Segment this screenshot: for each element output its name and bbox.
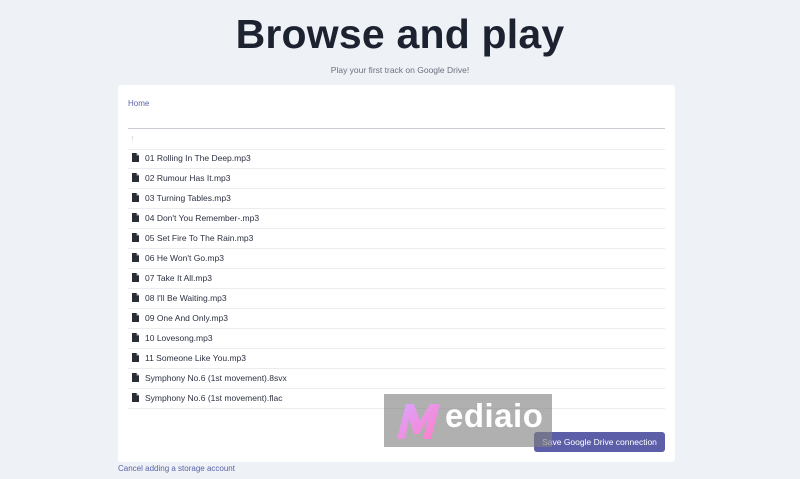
file-name: 01 Rolling In The Deep.mp3 [145, 153, 251, 163]
file-name: 09 One And Only.mp3 [145, 313, 229, 323]
cancel-storage-link[interactable]: Cancel adding a storage account [118, 464, 235, 473]
file-name: Symphony No.6 (1st movement).8svx [145, 373, 287, 383]
file-icon [132, 273, 139, 282]
file-list: 01 Rolling In The Deep.mp3 02 Rumour Has … [128, 149, 665, 409]
save-connection-button[interactable]: Save Google Drive connection [534, 432, 665, 452]
file-row[interactable]: 04 Don't You Remember-.mp3 [128, 209, 665, 229]
file-icon [132, 333, 139, 342]
file-icon [132, 173, 139, 182]
parent-directory-row[interactable]: ↑ [128, 130, 665, 150]
file-name: 08 I'll Be Waiting.mp3 [145, 293, 227, 303]
watermark: ediaio [384, 394, 552, 447]
file-row[interactable]: Symphony No.6 (1st movement).8svx [128, 369, 665, 389]
file-name: 10 Lovesong.mp3 [145, 333, 213, 343]
page-subtitle: Play your first track on Google Drive! [330, 65, 470, 75]
file-icon [132, 313, 139, 322]
file-row[interactable]: 10 Lovesong.mp3 [128, 329, 665, 349]
file-name: 02 Rumour Has It.mp3 [145, 173, 231, 183]
file-icon [132, 293, 139, 302]
watermark-text: ediaio [445, 397, 544, 434]
file-icon [132, 233, 139, 242]
file-icon [132, 153, 139, 162]
file-name: 05 Set Fire To The Rain.mp3 [145, 233, 254, 243]
file-row[interactable]: 02 Rumour Has It.mp3 [128, 169, 665, 189]
file-row[interactable]: 06 He Won't Go.mp3 [128, 249, 665, 269]
file-name: 06 He Won't Go.mp3 [145, 253, 224, 263]
file-row[interactable]: 03 Turning Tables.mp3 [128, 189, 665, 209]
list-header-divider [128, 128, 665, 129]
file-row[interactable]: 11 Someone Like You.mp3 [128, 349, 665, 369]
file-name: 03 Turning Tables.mp3 [145, 193, 231, 203]
file-name: Symphony No.6 (1st movement).flac [145, 393, 283, 403]
file-icon [132, 373, 139, 382]
file-row[interactable]: 01 Rolling In The Deep.mp3 [128, 149, 665, 169]
watermark-logo-icon [397, 404, 440, 439]
file-name: 04 Don't You Remember-.mp3 [145, 213, 260, 223]
file-icon [132, 253, 139, 262]
file-name: 07 Take It All.mp3 [145, 273, 212, 283]
breadcrumb-home[interactable]: Home [128, 99, 149, 108]
file-name: 11 Someone Like You.mp3 [145, 353, 246, 363]
file-icon [132, 193, 139, 202]
page-title: Browse and play [235, 11, 565, 57]
file-row[interactable]: 09 One And Only.mp3 [128, 309, 665, 329]
arrow-up-icon: ↑ [130, 133, 135, 143]
file-icon [132, 213, 139, 222]
file-row[interactable]: 07 Take It All.mp3 [128, 269, 665, 289]
file-row[interactable]: 05 Set Fire To The Rain.mp3 [128, 229, 665, 249]
file-row[interactable]: 08 I'll Be Waiting.mp3 [128, 289, 665, 309]
file-icon [132, 393, 139, 402]
file-icon [132, 353, 139, 362]
